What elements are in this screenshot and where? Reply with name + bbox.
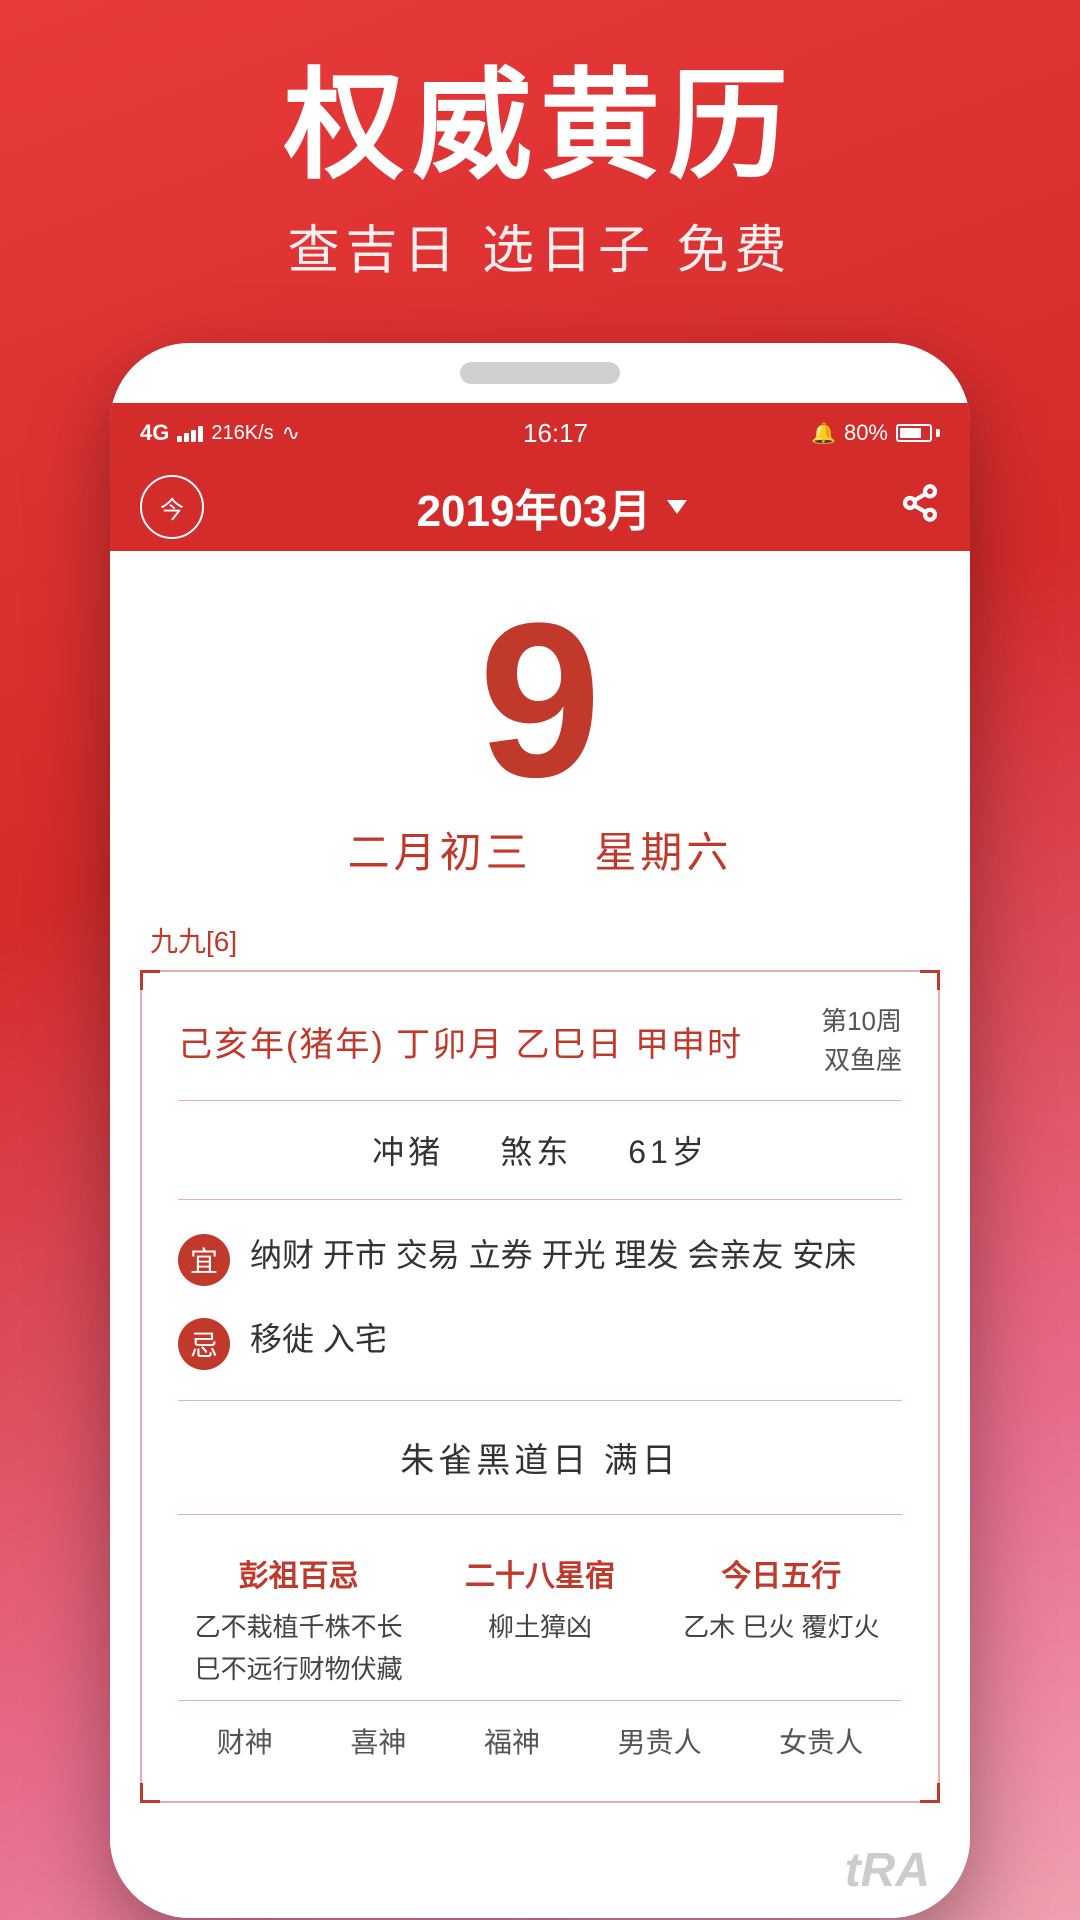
wifi-icon: ∿: [282, 420, 300, 446]
bottom-area: tRA: [110, 1833, 970, 1918]
chong-row: 冲猪 煞东 61岁: [178, 1117, 902, 1183]
nine-counter: 九九[6]: [110, 910, 970, 970]
today-label: 今: [160, 490, 184, 525]
bottom-labels: 财神 喜神 福神 男贵人 女贵人: [178, 1700, 902, 1771]
label-fushen: 福神: [484, 1721, 540, 1761]
main-content: 9 二月初三 星期六 九九[6] 己亥年(猪年) 丁卯月 乙巳日 甲申时 第10…: [110, 551, 970, 1918]
xiu-content: 柳土獐凶: [419, 1607, 660, 1649]
date-lunar-weekday: 二月初三 星期六: [348, 819, 733, 880]
yi-row: 宜 纳财 开市 交易 立券 开光 理发 会亲友 安床: [178, 1216, 902, 1300]
phone-top: [110, 343, 970, 403]
app-header: 今 2019年03月: [110, 463, 970, 551]
wuxing-col: 今日五行 乙木 巳火 覆灯火: [661, 1551, 902, 1690]
month-title[interactable]: 2019年03月: [417, 475, 688, 539]
weekday: 星期六: [594, 829, 732, 876]
status-right: 🔔 80%: [811, 420, 940, 446]
corner-br-decoration: [920, 1783, 940, 1803]
xiu-title: 二十八星宿: [419, 1551, 660, 1595]
signal-bars-icon: [177, 424, 203, 442]
ji-badge: 忌: [178, 1318, 230, 1370]
pengzu-col: 彭祖百忌 乙不栽植千株不长巳不远行财物伏藏: [178, 1551, 419, 1690]
phone-mockup: 4G 216K/s ∿ 16:17 🔔 80% 今: [110, 343, 970, 1918]
status-bar: 4G 216K/s ∿ 16:17 🔔 80%: [110, 403, 970, 463]
dropdown-icon: [667, 500, 687, 514]
label-nv-guiren: 女贵人: [779, 1721, 863, 1761]
battery-icon: [896, 424, 940, 442]
lunar-date: 二月初三: [348, 829, 532, 876]
label-xishen: 喜神: [350, 1721, 406, 1761]
pengzu-title: 彭祖百忌: [178, 1551, 419, 1595]
share-button[interactable]: [900, 483, 940, 532]
battery-percent: 80%: [844, 420, 888, 446]
divider-2: [178, 1199, 902, 1200]
month-title-text: 2019年03月: [417, 475, 652, 539]
spacer: [547, 829, 578, 876]
ji-row: 忌 移徙 入宅: [178, 1300, 902, 1384]
corner-bl-decoration: [140, 1783, 160, 1803]
week-info: 第10周: [821, 1002, 902, 1041]
chong-text: 冲猪: [372, 1134, 444, 1170]
watermark-text: tRA: [845, 1843, 930, 1898]
ji-label: 忌: [190, 1324, 218, 1364]
sha-text: 煞东: [500, 1134, 572, 1170]
divider-3: [178, 1400, 902, 1401]
speed-label: 216K/s: [211, 422, 273, 445]
divider-4: [178, 1514, 902, 1515]
age-text: 61岁: [628, 1134, 708, 1170]
zodiac: 双鱼座: [821, 1041, 902, 1080]
xiu-col: 二十八星宿 柳土獐凶: [419, 1551, 660, 1690]
ganzhi-row: 己亥年(猪年) 丁卯月 乙巳日 甲申时 第10周 双鱼座: [178, 1002, 902, 1080]
status-time: 16:17: [523, 418, 588, 449]
signal-label: 4G: [140, 420, 169, 446]
ganzhi-text: 己亥年(猪年) 丁卯月 乙巳日 甲申时: [178, 1017, 743, 1066]
yi-label: 宜: [190, 1240, 218, 1280]
wuxing-title: 今日五行: [661, 1551, 902, 1595]
phone-speaker: [460, 362, 620, 384]
info-grid: 彭祖百忌 乙不栽植千株不长巳不远行财物伏藏 二十八星宿 柳土獐凶 今日五行 乙木…: [178, 1531, 902, 1700]
date-display: 9 二月初三 星期六: [110, 551, 970, 910]
promo-subtitle: 查吉日 选日子 免费: [288, 208, 793, 283]
today-button[interactable]: 今: [140, 475, 204, 539]
corner-tr-decoration: [920, 970, 940, 990]
wuxing-content: 乙木 巳火 覆灯火: [661, 1607, 902, 1649]
promo-area: 权威黄历 查吉日 选日子 免费: [0, 0, 1080, 323]
alarm-icon: 🔔: [811, 421, 836, 446]
status-left: 4G 216K/s ∿: [140, 420, 300, 446]
promo-title: 权威黄历: [284, 60, 796, 192]
yi-badge: 宜: [178, 1234, 230, 1286]
label-caishen: 财神: [217, 1721, 273, 1761]
zhaque-row: 朱雀黑道日 满日: [178, 1417, 902, 1498]
ji-text: 移徙 入宅: [250, 1314, 387, 1365]
yi-text: 纳财 开市 交易 立券 开光 理发 会亲友 安床: [250, 1230, 856, 1281]
week-zodiac: 第10周 双鱼座: [821, 1002, 902, 1080]
corner-tl-decoration: [140, 970, 160, 990]
label-nan-guiren: 男贵人: [618, 1721, 702, 1761]
detail-card: 己亥年(猪年) 丁卯月 乙巳日 甲申时 第10周 双鱼座 冲猪 煞东 61岁: [140, 970, 940, 1803]
divider-1: [178, 1100, 902, 1101]
pengzu-content: 乙不栽植千株不长巳不远行财物伏藏: [178, 1607, 419, 1690]
big-day-number: 9: [479, 601, 601, 799]
